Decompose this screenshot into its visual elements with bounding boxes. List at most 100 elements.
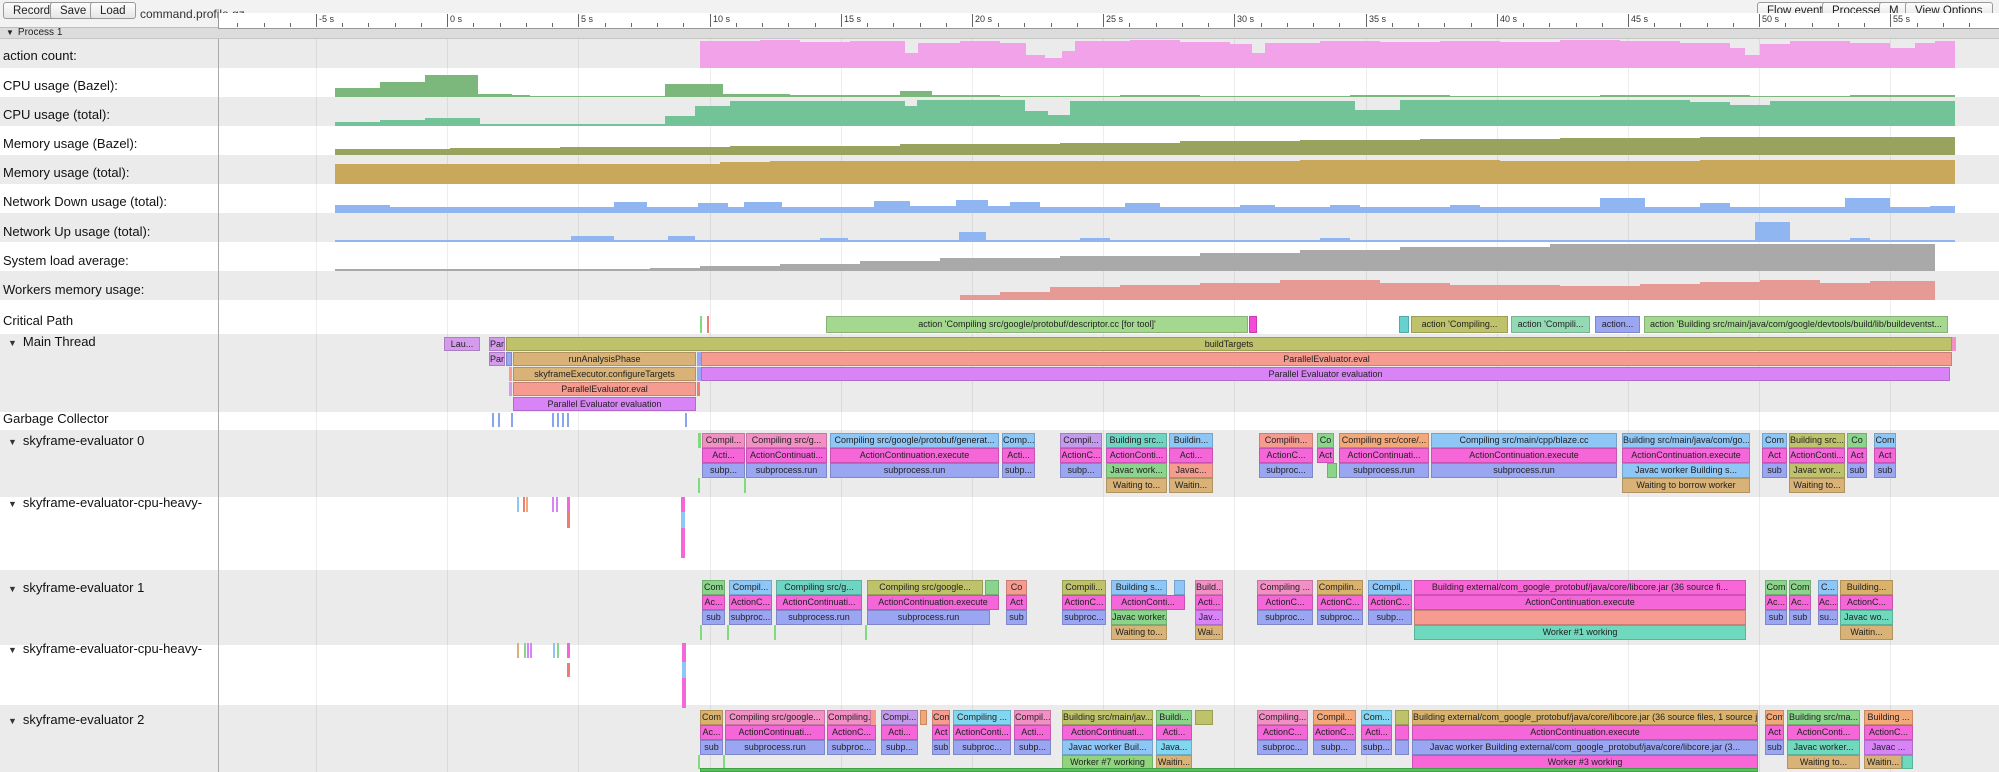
- skyframe-evaluator-0-row-0-bar[interactable]: Buildin...: [1169, 433, 1213, 448]
- action-count-bar[interactable]: [1130, 40, 1180, 68]
- skyframe-evaluator-cpu-heavy-1-bar[interactable]: [526, 497, 528, 512]
- action-count-bar[interactable]: [1320, 41, 1380, 68]
- skyframe-evaluator-2-row-0-bar[interactable]: Compil...: [1313, 710, 1356, 725]
- skyframe-evaluator-1-row-2-bar[interactable]: subprocess.run: [867, 610, 990, 625]
- skyframe-evaluator-2-row-3-bar[interactable]: Worker #7 working: [1062, 755, 1153, 769]
- memory-usage-bazel-bar[interactable]: [335, 149, 450, 155]
- critical-path-bar[interactable]: [707, 316, 709, 333]
- row-label-main-thread[interactable]: ▼Main Thread: [8, 334, 96, 349]
- memory-usage-bazel-bar[interactable]: [1420, 139, 1560, 155]
- critical-path-bar[interactable]: [1249, 316, 1257, 333]
- cpu-usage-total-bar[interactable]: [335, 122, 380, 126]
- network-down-usage-bar[interactable]: [698, 203, 728, 213]
- critical-path-bar[interactable]: action 'Compiling src/google/protobuf/de…: [826, 316, 1248, 333]
- skyframe-evaluator-1-row-3-bar[interactable]: [700, 625, 702, 640]
- main-thread-row-4-bar[interactable]: Parallel Evaluator evaluation: [513, 397, 696, 411]
- action-count-bar[interactable]: [1062, 51, 1075, 68]
- action-count-bar[interactable]: [1026, 55, 1045, 68]
- skyframe-evaluator-cpu-heavy-2-bar[interactable]: [682, 643, 686, 662]
- network-down-usage-bar[interactable]: [1160, 207, 1240, 213]
- system-load-average-bar[interactable]: [940, 258, 1060, 271]
- skyframe-evaluator-0-row-1-bar[interactable]: Act: [1317, 448, 1334, 463]
- skyframe-evaluator-0-row-0-bar[interactable]: Building src/main/java/com/go...: [1622, 433, 1750, 448]
- workers-memory-usage-bar[interactable]: [1640, 284, 1700, 300]
- cpu-usage-total-bar[interactable]: [917, 100, 1025, 126]
- cpu-usage-total-bar[interactable]: [695, 106, 730, 126]
- skyframe-evaluator-2-row-3-bar[interactable]: [1902, 755, 1913, 769]
- cpu-usage-bazel-bar[interactable]: [1600, 95, 1750, 97]
- skyframe-evaluator-0-row-2-bar[interactable]: sub: [1847, 463, 1867, 478]
- skyframe-evaluator-1-row-2-bar[interactable]: subproc...: [1317, 610, 1363, 625]
- skyframe-evaluator-2-row-2-bar[interactable]: subp...: [1014, 740, 1051, 755]
- skyframe-evaluator-0-row-1-bar[interactable]: ActionContinuation.execute: [1622, 448, 1750, 463]
- skyframe-evaluator-0-row-0-bar[interactable]: Co: [1317, 433, 1334, 448]
- skyframe-evaluator-0-row-3-bar[interactable]: Waiting to...: [1106, 478, 1167, 493]
- skyframe-evaluator-1-row-3-bar[interactable]: Wai...: [1195, 625, 1223, 640]
- cpu-usage-total-bar[interactable]: [1690, 102, 1730, 126]
- action-count-bar[interactable]: [1045, 58, 1062, 68]
- memory-usage-total-bar[interactable]: [720, 162, 770, 184]
- action-count-bar[interactable]: [1560, 40, 1620, 68]
- network-up-usage-bar[interactable]: [1080, 238, 1110, 242]
- cpu-usage-bazel-bar[interactable]: [1450, 96, 1600, 97]
- skyframe-evaluator-1-row-3-bar[interactable]: [774, 625, 776, 640]
- memory-usage-total-bar[interactable]: [1700, 160, 1955, 184]
- collapse-arrow-icon[interactable]: ▼: [8, 716, 17, 726]
- collapse-arrow-icon[interactable]: ▼: [8, 338, 17, 348]
- skyframe-evaluator-1-row-0-bar[interactable]: Com: [1765, 580, 1787, 595]
- skyframe-evaluator-0-row-0-bar[interactable]: Com: [1762, 433, 1787, 448]
- network-down-usage-bar[interactable]: [910, 206, 956, 213]
- workers-memory-usage-bar[interactable]: [1200, 283, 1280, 300]
- main-thread-row-0-bar[interactable]: [1952, 337, 1956, 351]
- collapse-arrow-icon[interactable]: ▼: [8, 437, 17, 447]
- skyframe-evaluator-0-row-2-bar[interactable]: subp...: [702, 463, 745, 478]
- skyframe-evaluator-0-row-2-bar[interactable]: subprocess.run: [1431, 463, 1617, 478]
- skyframe-evaluator-0-row-2-bar[interactable]: Javac worker Building s...: [1622, 463, 1750, 478]
- skyframe-evaluator-1-row-1-bar[interactable]: ActionContinuati...: [776, 595, 862, 610]
- skyframe-evaluator-0-row-2-bar[interactable]: subprocess.run: [1339, 463, 1429, 478]
- skyframe-evaluator-2-row-1-bar[interactable]: ActionContinuati...: [725, 725, 825, 740]
- main-thread-row-1-bar[interactable]: runAnalysisPhase: [513, 352, 696, 366]
- skyframe-evaluator-1-row-3-bar[interactable]: Worker #1 working: [1414, 625, 1746, 640]
- cpu-usage-bazel-bar[interactable]: [665, 84, 723, 97]
- skyframe-evaluator-1-row-1-bar[interactable]: ActionC...: [1368, 595, 1412, 610]
- action-count-bar[interactable]: [850, 41, 905, 68]
- system-load-average-bar[interactable]: [1200, 253, 1300, 271]
- skyframe-evaluator-2-row-0-bar[interactable]: Buildi...: [1156, 710, 1192, 725]
- skyframe-evaluator-1-row-0-bar[interactable]: Com: [702, 580, 725, 595]
- action-count-bar[interactable]: [760, 40, 800, 68]
- skyframe-evaluator-2-row-0-bar[interactable]: [920, 710, 927, 725]
- skyframe-evaluator-0-row-3-bar[interactable]: Waiting to...: [1789, 478, 1845, 493]
- skyframe-evaluator-cpu-heavy-2-bar[interactable]: [530, 643, 532, 658]
- skyframe-evaluator-cpu-heavy-2-bar[interactable]: [567, 663, 570, 677]
- system-load-average-bar[interactable]: [700, 266, 780, 271]
- action-count-bar[interactable]: [918, 43, 960, 68]
- workers-memory-usage-bar[interactable]: [1120, 285, 1200, 300]
- workers-memory-usage-bar[interactable]: [1820, 283, 1870, 300]
- skyframe-evaluator-1-row-2-bar[interactable]: sub: [1765, 610, 1787, 625]
- skyframe-evaluator-2-row-2-bar[interactable]: subp...: [1313, 740, 1356, 755]
- skyframe-evaluator-1-row-1-bar[interactable]: ActionC...: [1840, 595, 1893, 610]
- skyframe-evaluator-1-row-2-bar[interactable]: subprocess.run: [776, 610, 862, 625]
- skyframe-evaluator-1-row-0-bar[interactable]: Co: [1006, 580, 1027, 595]
- skyframe-evaluator-2-row-1-bar[interactable]: ActionC...: [1864, 725, 1913, 740]
- system-load-average-bar[interactable]: [1400, 247, 1550, 271]
- row-label-skyframe-evaluator-1[interactable]: ▼skyframe-evaluator 1: [8, 580, 144, 595]
- network-up-usage-bar[interactable]: [1790, 240, 1850, 242]
- action-count-bar[interactable]: [1230, 44, 1252, 68]
- critical-path-bar[interactable]: action 'Building src/main/java/com/googl…: [1644, 316, 1948, 333]
- skyframe-evaluator-1-row-3-bar[interactable]: Waiting to...: [1111, 625, 1167, 640]
- skyframe-evaluator-2-row-0-bar[interactable]: Building src/ma...: [1787, 710, 1860, 725]
- network-up-usage-bar[interactable]: [848, 240, 959, 242]
- cpu-usage-total-bar[interactable]: [1070, 101, 1355, 126]
- skyframe-evaluator-2-row-0-bar[interactable]: Compil...: [1014, 710, 1051, 725]
- skyframe-evaluator-2-row-0-bar[interactable]: Building src/main/jav...: [1062, 710, 1153, 725]
- skyframe-evaluator-2-row-0-bar[interactable]: Compiling...: [827, 710, 871, 725]
- skyframe-evaluator-2-row-1-bar[interactable]: Act: [1765, 725, 1784, 740]
- action-count-bar[interactable]: [1380, 42, 1440, 68]
- skyframe-evaluator-cpu-heavy-1-bar[interactable]: [681, 528, 685, 558]
- skyframe-evaluator-cpu-heavy-2-bar[interactable]: [682, 678, 686, 708]
- skyframe-evaluator-1-row-2-bar[interactable]: subproc...: [1257, 610, 1313, 625]
- system-load-average-bar[interactable]: [1550, 244, 1935, 271]
- skyframe-evaluator-1-row-0-bar[interactable]: Build...: [1195, 580, 1223, 595]
